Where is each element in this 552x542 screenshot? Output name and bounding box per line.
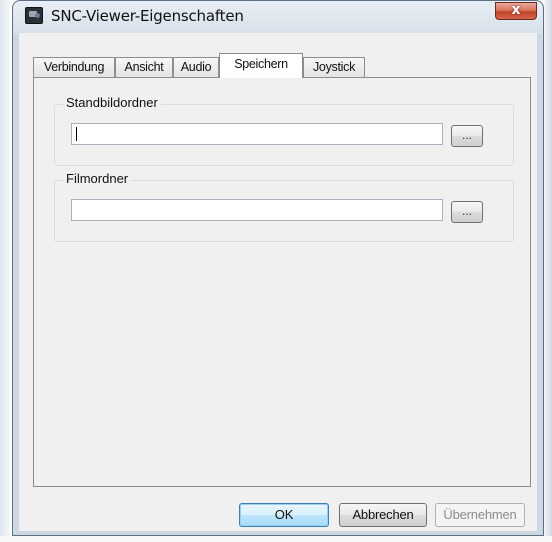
desktop-edge-bottom: [0, 536, 552, 542]
title-bar[interactable]: SNC-Viewer-Eigenschaften x: [13, 1, 543, 34]
properties-dialog: SNC-Viewer-Eigenschaften x Verbindung An…: [12, 0, 544, 536]
movie-folder-input[interactable]: [71, 199, 443, 221]
ok-button[interactable]: OK: [239, 503, 329, 527]
still-folder-browse-button[interactable]: ...: [451, 125, 483, 147]
tab-verbindung[interactable]: Verbindung: [33, 57, 115, 77]
tab-ansicht[interactable]: Ansicht: [115, 57, 173, 77]
tab-speichern[interactable]: Speichern: [219, 53, 303, 78]
still-folder-group: Standbildordner ...: [54, 95, 514, 166]
tab-panel-speichern: Standbildordner ... Filmordner ...: [33, 77, 531, 487]
cancel-button[interactable]: Abbrechen: [339, 503, 427, 527]
movie-folder-label: Filmordner: [63, 171, 132, 186]
desktop-edge-right: [544, 0, 552, 542]
close-button[interactable]: x: [495, 2, 537, 20]
tab-joystick[interactable]: Joystick: [303, 57, 365, 77]
apply-button[interactable]: Übernehmen: [435, 503, 525, 527]
text-caret: [76, 127, 77, 141]
tab-audio[interactable]: Audio: [173, 57, 219, 77]
still-folder-label: Standbildordner: [63, 95, 161, 110]
movie-folder-group: Filmordner ...: [54, 171, 514, 242]
window-title: SNC-Viewer-Eigenschaften: [51, 7, 244, 25]
still-folder-input[interactable]: [71, 123, 443, 145]
movie-folder-browse-button[interactable]: ...: [451, 201, 483, 223]
app-icon: [25, 7, 43, 24]
dialog-client-area: Verbindung Ansicht Audio Speichern Joyst…: [19, 33, 537, 531]
desktop-edge-left: [0, 0, 10, 542]
close-icon: x: [511, 2, 521, 18]
